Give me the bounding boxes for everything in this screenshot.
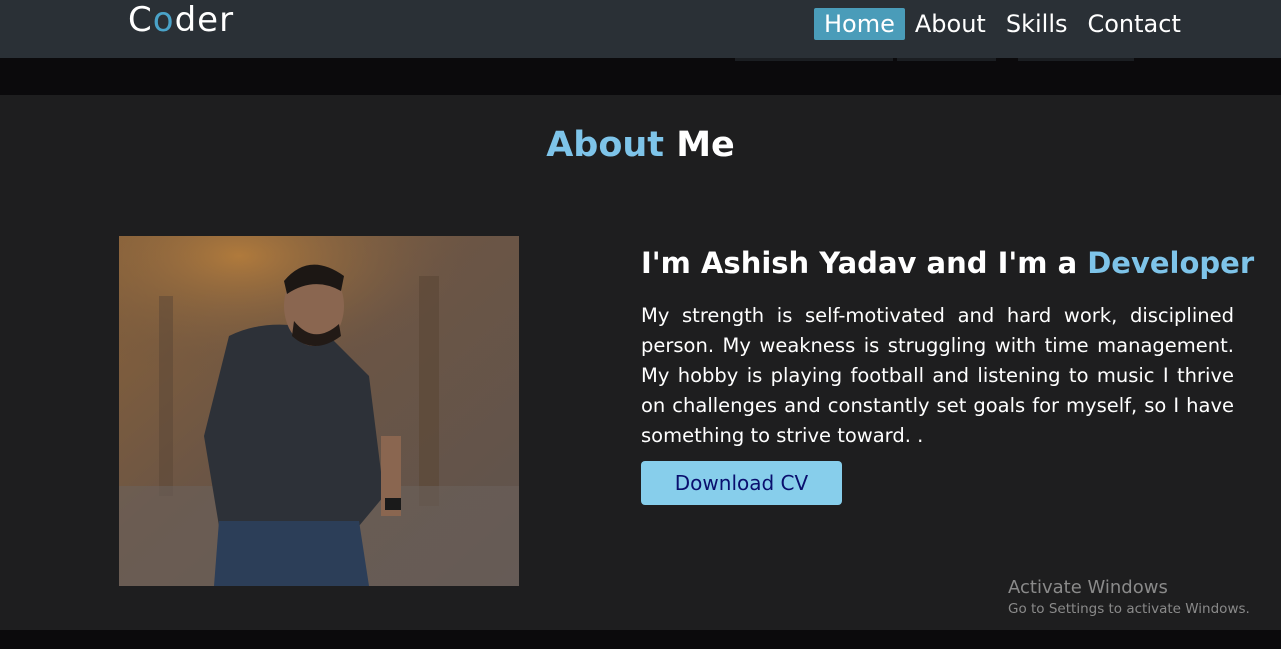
intro-heading-prefix: I'm Ashish Yadav and I'm a xyxy=(641,246,1088,280)
watermark-title: Activate Windows xyxy=(1008,577,1168,598)
logo-letters-der: der xyxy=(174,0,235,40)
section-title: About Me xyxy=(0,123,1281,167)
profile-photo-illustration xyxy=(119,236,519,586)
logo[interactable]: Coder xyxy=(128,1,234,39)
nav-links: Home About Skills Contact xyxy=(814,8,1191,40)
logo-letter-c: C xyxy=(128,0,153,40)
profile-photo xyxy=(119,236,519,586)
nav-link-contact[interactable]: Contact xyxy=(1077,8,1190,40)
intro-heading-role: Developer xyxy=(1087,246,1255,280)
navbar: Coder Home About Skills Contact xyxy=(0,0,1281,58)
watermark-subtitle: Go to Settings to activate Windows. xyxy=(1008,601,1250,617)
navbar-gap xyxy=(0,58,1281,95)
intro-heading: I'm Ashish Yadav and I'm a Developer xyxy=(641,244,1254,282)
section-title-accent: About xyxy=(546,125,665,165)
nav-link-home[interactable]: Home xyxy=(814,8,905,40)
nav-shadow-strip xyxy=(1018,58,1134,61)
windows-activation-watermark: Activate Windows Go to Settings to activ… xyxy=(1008,577,1250,619)
logo-letter-o: o xyxy=(152,0,175,40)
section-title-rest: Me xyxy=(664,125,735,165)
bio-paragraph: My strength is self-motivated and hard w… xyxy=(641,304,1234,447)
nav-shadow-strip xyxy=(897,58,996,61)
download-cv-button[interactable]: Download CV xyxy=(641,461,842,505)
nav-link-about[interactable]: About xyxy=(905,8,996,40)
nav-link-skills[interactable]: Skills xyxy=(996,8,1078,40)
section-divider xyxy=(0,630,1281,649)
nav-shadow-strip xyxy=(735,58,893,61)
